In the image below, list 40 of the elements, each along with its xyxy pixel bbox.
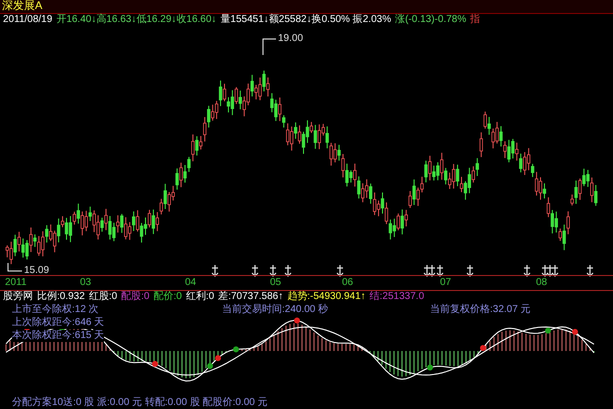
indicator-value: 红利:0	[186, 291, 214, 304]
leader-line	[8, 262, 22, 272]
exright-arrow-icon	[586, 264, 594, 277]
indicator-value: 红股:0	[88, 291, 118, 304]
quote-text: 指	[470, 14, 480, 26]
indicator-value: 配股:0	[121, 291, 150, 304]
date-axis-label: 04	[185, 276, 196, 289]
exright-arrow-icon	[466, 264, 474, 277]
high-price-label: 19.00	[278, 32, 304, 44]
info-text: 上市至今除权:12 次	[12, 304, 99, 316]
date-axis-label: 07	[440, 276, 452, 289]
distribution-text: 分配方案10送:0 股 派:0.00 元 转配:0.00 股 配股价:0.00 元	[12, 397, 268, 409]
indicator-value: 比例:0.932	[37, 291, 85, 304]
indicator-value: 趋势:-54930.941↑	[287, 291, 366, 304]
low-price-label: 15.09	[24, 264, 50, 276]
info-text: 上次除权距今:646 天	[12, 316, 104, 329]
leader-line	[262, 38, 276, 56]
quote-text: 涨(-0.13)-0.78%	[395, 14, 466, 26]
exright-arrow-icon	[284, 264, 292, 277]
stock-name: 深发展A	[2, 0, 42, 12]
exright-arrow-icon	[336, 264, 344, 277]
indicator-value: 配价:0	[154, 291, 182, 304]
date-axis-label: 2011	[5, 276, 27, 289]
exright-arrow-icon	[270, 264, 276, 277]
date-axis-label: 05	[270, 276, 282, 289]
info-text: 当前复权价格:32.07 元	[430, 304, 531, 316]
info-text: 当前交易时间:240.00 秒	[222, 304, 328, 316]
quote-text: 2011/08/19	[3, 14, 52, 26]
date-axis-label: 06	[342, 276, 354, 289]
indicator-value: 股旁网	[3, 291, 33, 304]
exright-arrow-icon	[252, 264, 258, 277]
exright-arrow-icon	[212, 264, 218, 277]
indicator-value: 差:70737.586↑	[218, 291, 284, 304]
date-axis-label: 03	[80, 276, 92, 289]
date-axis-label: 08	[536, 276, 548, 289]
indicator-value: 结:251337.0	[370, 291, 424, 304]
quote-text: 开16.40↓高16.63↓低16.29↓收16.60↓	[56, 14, 216, 26]
quote-text: 量155451↓额25582↓换0.50% 振2.03%	[220, 14, 392, 26]
info-text: 本次除权距今:615 天	[12, 330, 104, 342]
exright-arrow-icon	[524, 264, 530, 277]
